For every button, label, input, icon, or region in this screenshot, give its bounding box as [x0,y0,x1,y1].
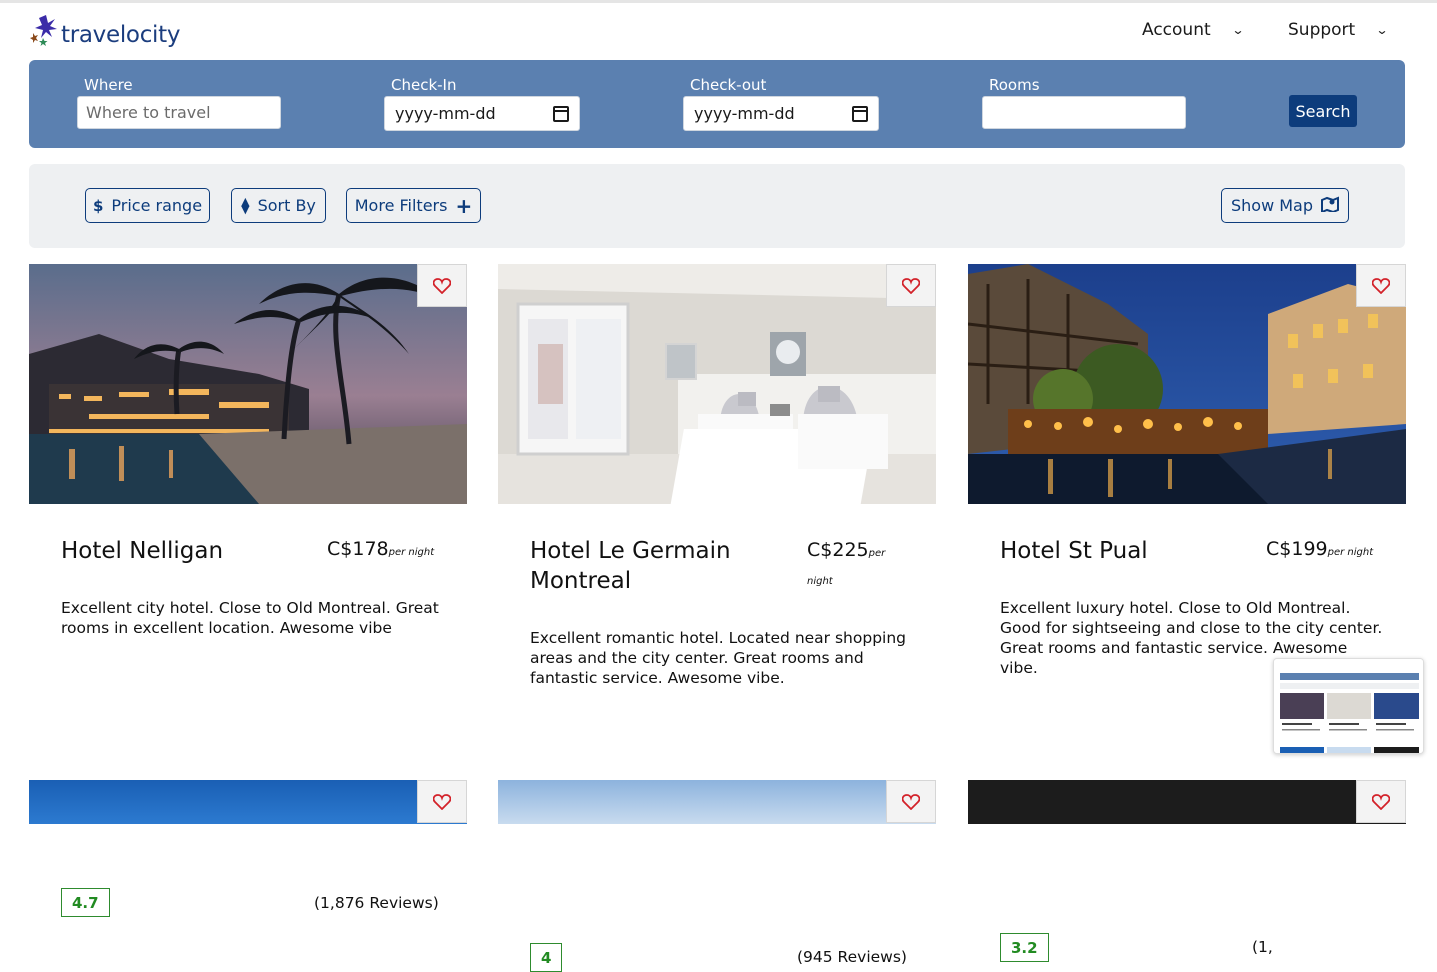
hotel-name[interactable]: Hotel Nelligan [61,536,223,566]
rooms-label: Rooms [989,76,1040,94]
hotel-price: C$199per night [1266,538,1373,560]
heart-icon [902,277,920,294]
chevron-down-icon: ⌄ [1231,23,1245,37]
checkin-placeholder: yyyy-mm-dd [395,104,496,123]
hotel-image[interactable] [498,264,936,504]
price-unit: per night [388,547,435,558]
favorite-button[interactable] [417,264,467,307]
hotel-image[interactable] [29,780,467,824]
heart-icon [902,793,920,810]
calendar-icon[interactable] [553,105,569,122]
support-label: Support [1288,20,1356,40]
logo[interactable]: travelocity [29,13,180,47]
heart-icon [433,277,451,294]
logo-text: travelocity [61,22,181,48]
account-menu[interactable]: Account ⌄ [1142,20,1245,40]
price-unit: per night [1327,547,1374,558]
chevron-down-icon: ⌄ [1375,23,1389,37]
favorite-button[interactable] [417,780,467,823]
hotel-price: C$178per night [327,538,434,560]
header: travelocity Account ⌄ Support ⌄ [0,3,1437,60]
hotel-name[interactable]: Hotel St Pual [1000,536,1148,566]
heart-icon [433,793,451,810]
hotel-image[interactable] [968,264,1406,504]
more-filters-button[interactable]: More Filters + [346,188,481,223]
price-value: C$225 [807,539,869,561]
account-label: Account [1142,20,1211,40]
logo-star-icon [29,13,61,47]
checkin-date-input[interactable]: yyyy-mm-dd [384,96,580,131]
price-range-label: Price range [111,196,203,215]
hotel-name[interactable]: Hotel Le Germain Montreal [530,536,790,596]
show-map-button[interactable]: Show Map [1221,188,1349,223]
checkout-label: Check-out [690,76,767,94]
hotel-card[interactable] [968,780,1406,824]
sort-icon: ▲ ▼ [241,194,250,216]
where-placeholder: Where to travel [86,103,211,122]
checkout-date-input[interactable]: yyyy-mm-dd [683,96,879,131]
price-range-button[interactable]: $ Price range [85,188,210,223]
hotel-card[interactable]: Hotel Le Germain Montreal C$225per night… [498,264,936,972]
hotel-description: Excellent city hotel. Close to Old Montr… [61,599,439,637]
hotel-image[interactable] [968,780,1406,824]
rating-badge: 4.7 [61,888,110,917]
where-input[interactable]: Where to travel [77,96,281,129]
dollar-icon: $ [92,196,104,215]
favorite-button[interactable] [886,264,936,307]
plus-icon: + [455,193,473,218]
support-menu[interactable]: Support ⌄ [1288,20,1389,40]
hotel-description: Excellent romantic hotel. Located near s… [530,629,907,687]
favorite-button[interactable] [1356,780,1406,823]
price-value: C$199 [1266,538,1328,560]
map-icon [1321,196,1340,216]
screenshot-thumbnail[interactable] [1273,658,1424,754]
search-button[interactable]: Search [1289,95,1357,127]
rating-badge: 4 [530,943,563,972]
checkout-placeholder: yyyy-mm-dd [694,104,795,123]
hotel-image[interactable] [498,780,936,824]
show-map-label: Show Map [1230,196,1314,215]
search-bar: Where Where to travel Check-In yyyy-mm-d… [29,60,1405,148]
price-value: C$178 [327,538,389,560]
favorite-button[interactable] [886,780,936,823]
hotel-card[interactable]: Hotel Nelligan C$178per night Excellent … [29,264,467,917]
sort-by-label: Sort By [257,196,316,215]
reviews-count[interactable]: (945 Reviews) [797,948,907,966]
heart-icon [1372,277,1390,294]
hotel-card[interactable] [498,780,936,824]
rating-badge: 3.2 [1000,933,1049,962]
checkin-label: Check-In [391,76,457,94]
more-filters-label: More Filters [354,196,448,215]
rooms-input[interactable] [982,96,1186,129]
favorite-button[interactable] [1356,264,1406,307]
hotel-image[interactable] [29,264,467,504]
hotel-price: C$225per night [807,538,907,594]
filter-bar: $ Price range ▲ ▼ Sort By More Filters + … [29,164,1405,248]
reviews-count[interactable]: (1,876 Reviews) [314,894,439,912]
reviews-count[interactable]: (1, [1252,938,1273,956]
hotel-card[interactable] [29,780,467,824]
sort-by-button[interactable]: ▲ ▼ Sort By [231,188,326,223]
heart-icon [1372,793,1390,810]
calendar-icon[interactable] [852,105,868,122]
where-label: Where [84,76,133,94]
